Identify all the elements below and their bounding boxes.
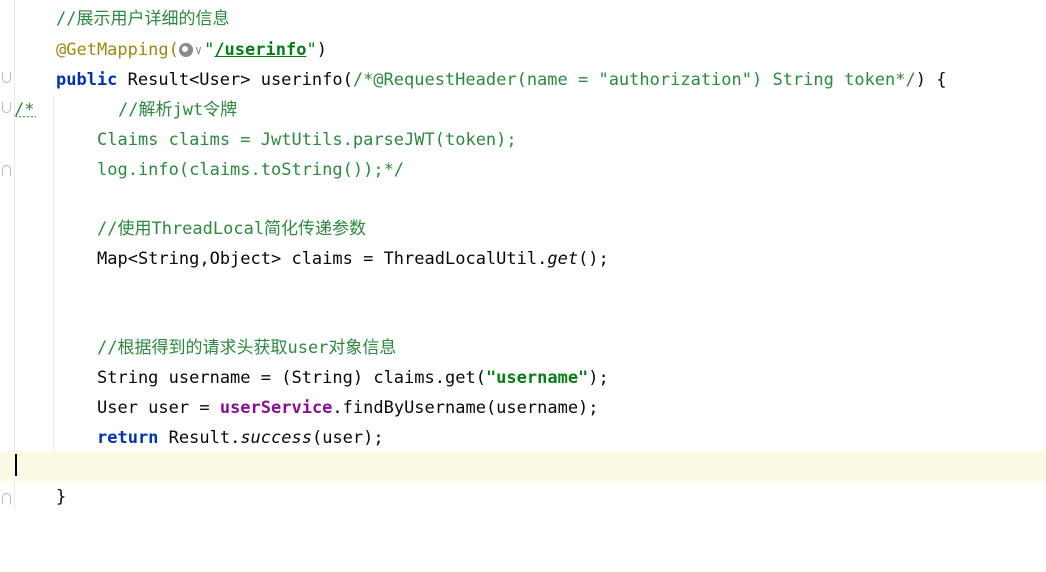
globe-icon[interactable] <box>178 43 193 57</box>
code-line-13[interactable]: String username = (String) claims.get("u… <box>0 363 1046 393</box>
chevron-down-icon[interactable]: ∨ <box>195 43 202 57</box>
code-line-17[interactable]: } <box>0 482 1046 512</box>
text-caret <box>15 454 17 476</box>
code-line-1[interactable]: //展示用户详细的信息 <box>0 4 1046 34</box>
code-comment: //根据得到的请求头获取user对象信息 <box>97 338 397 358</box>
annotation-line: @GetMapping(∨ "/userinfo") <box>56 40 327 60</box>
closing-brace: } <box>56 487 67 507</box>
code-comment: //解析jwt令牌 <box>118 100 238 120</box>
code-line-9[interactable]: Map<String,Object> claims = ThreadLocalU… <box>0 244 1046 274</box>
code-line-15[interactable]: return Result.success(user); <box>0 423 1046 453</box>
claims-assignment: Map<String,Object> claims = ThreadLocalU… <box>97 249 609 269</box>
code-comment: //使用ThreadLocal简化传递参数 <box>97 219 367 239</box>
commented-code: Claims claims = JwtUtils.parseJWT(token)… <box>97 130 517 150</box>
code-line-2[interactable]: @GetMapping(∨ "/userinfo") <box>0 35 1046 65</box>
code-line-5[interactable]: Claims claims = JwtUtils.parseJWT(token)… <box>0 125 1046 155</box>
user-lookup: User user = userService.findByUsername(u… <box>97 398 599 418</box>
request-path-link[interactable]: /userinfo <box>214 40 306 60</box>
method-signature: public Result<User> userinfo(/*@RequestH… <box>56 70 947 90</box>
code-line-3[interactable]: public Result<User> userinfo(/*@RequestH… <box>0 65 1046 95</box>
code-line-6[interactable]: log.info(claims.toString());*/ <box>0 155 1046 185</box>
current-line[interactable] <box>0 451 1046 481</box>
return-statement: return Result.success(user); <box>97 428 384 448</box>
code-line-4[interactable]: /* //解析jwt令牌 <box>0 95 1046 125</box>
code-line-8[interactable]: //使用ThreadLocal简化传递参数 <box>0 214 1046 244</box>
code-line-12[interactable]: //根据得到的请求头获取user对象信息 <box>0 333 1046 363</box>
commented-code: log.info(claims.toString());*/ <box>97 160 405 180</box>
code-comment: //展示用户详细的信息 <box>56 9 230 29</box>
warning-squiggle <box>16 116 36 119</box>
code-line-14[interactable]: User user = userService.findByUsername(u… <box>0 393 1046 423</box>
username-assignment: String username = (String) claims.get("u… <box>97 368 609 388</box>
block-comment-start: /* <box>14 100 35 120</box>
